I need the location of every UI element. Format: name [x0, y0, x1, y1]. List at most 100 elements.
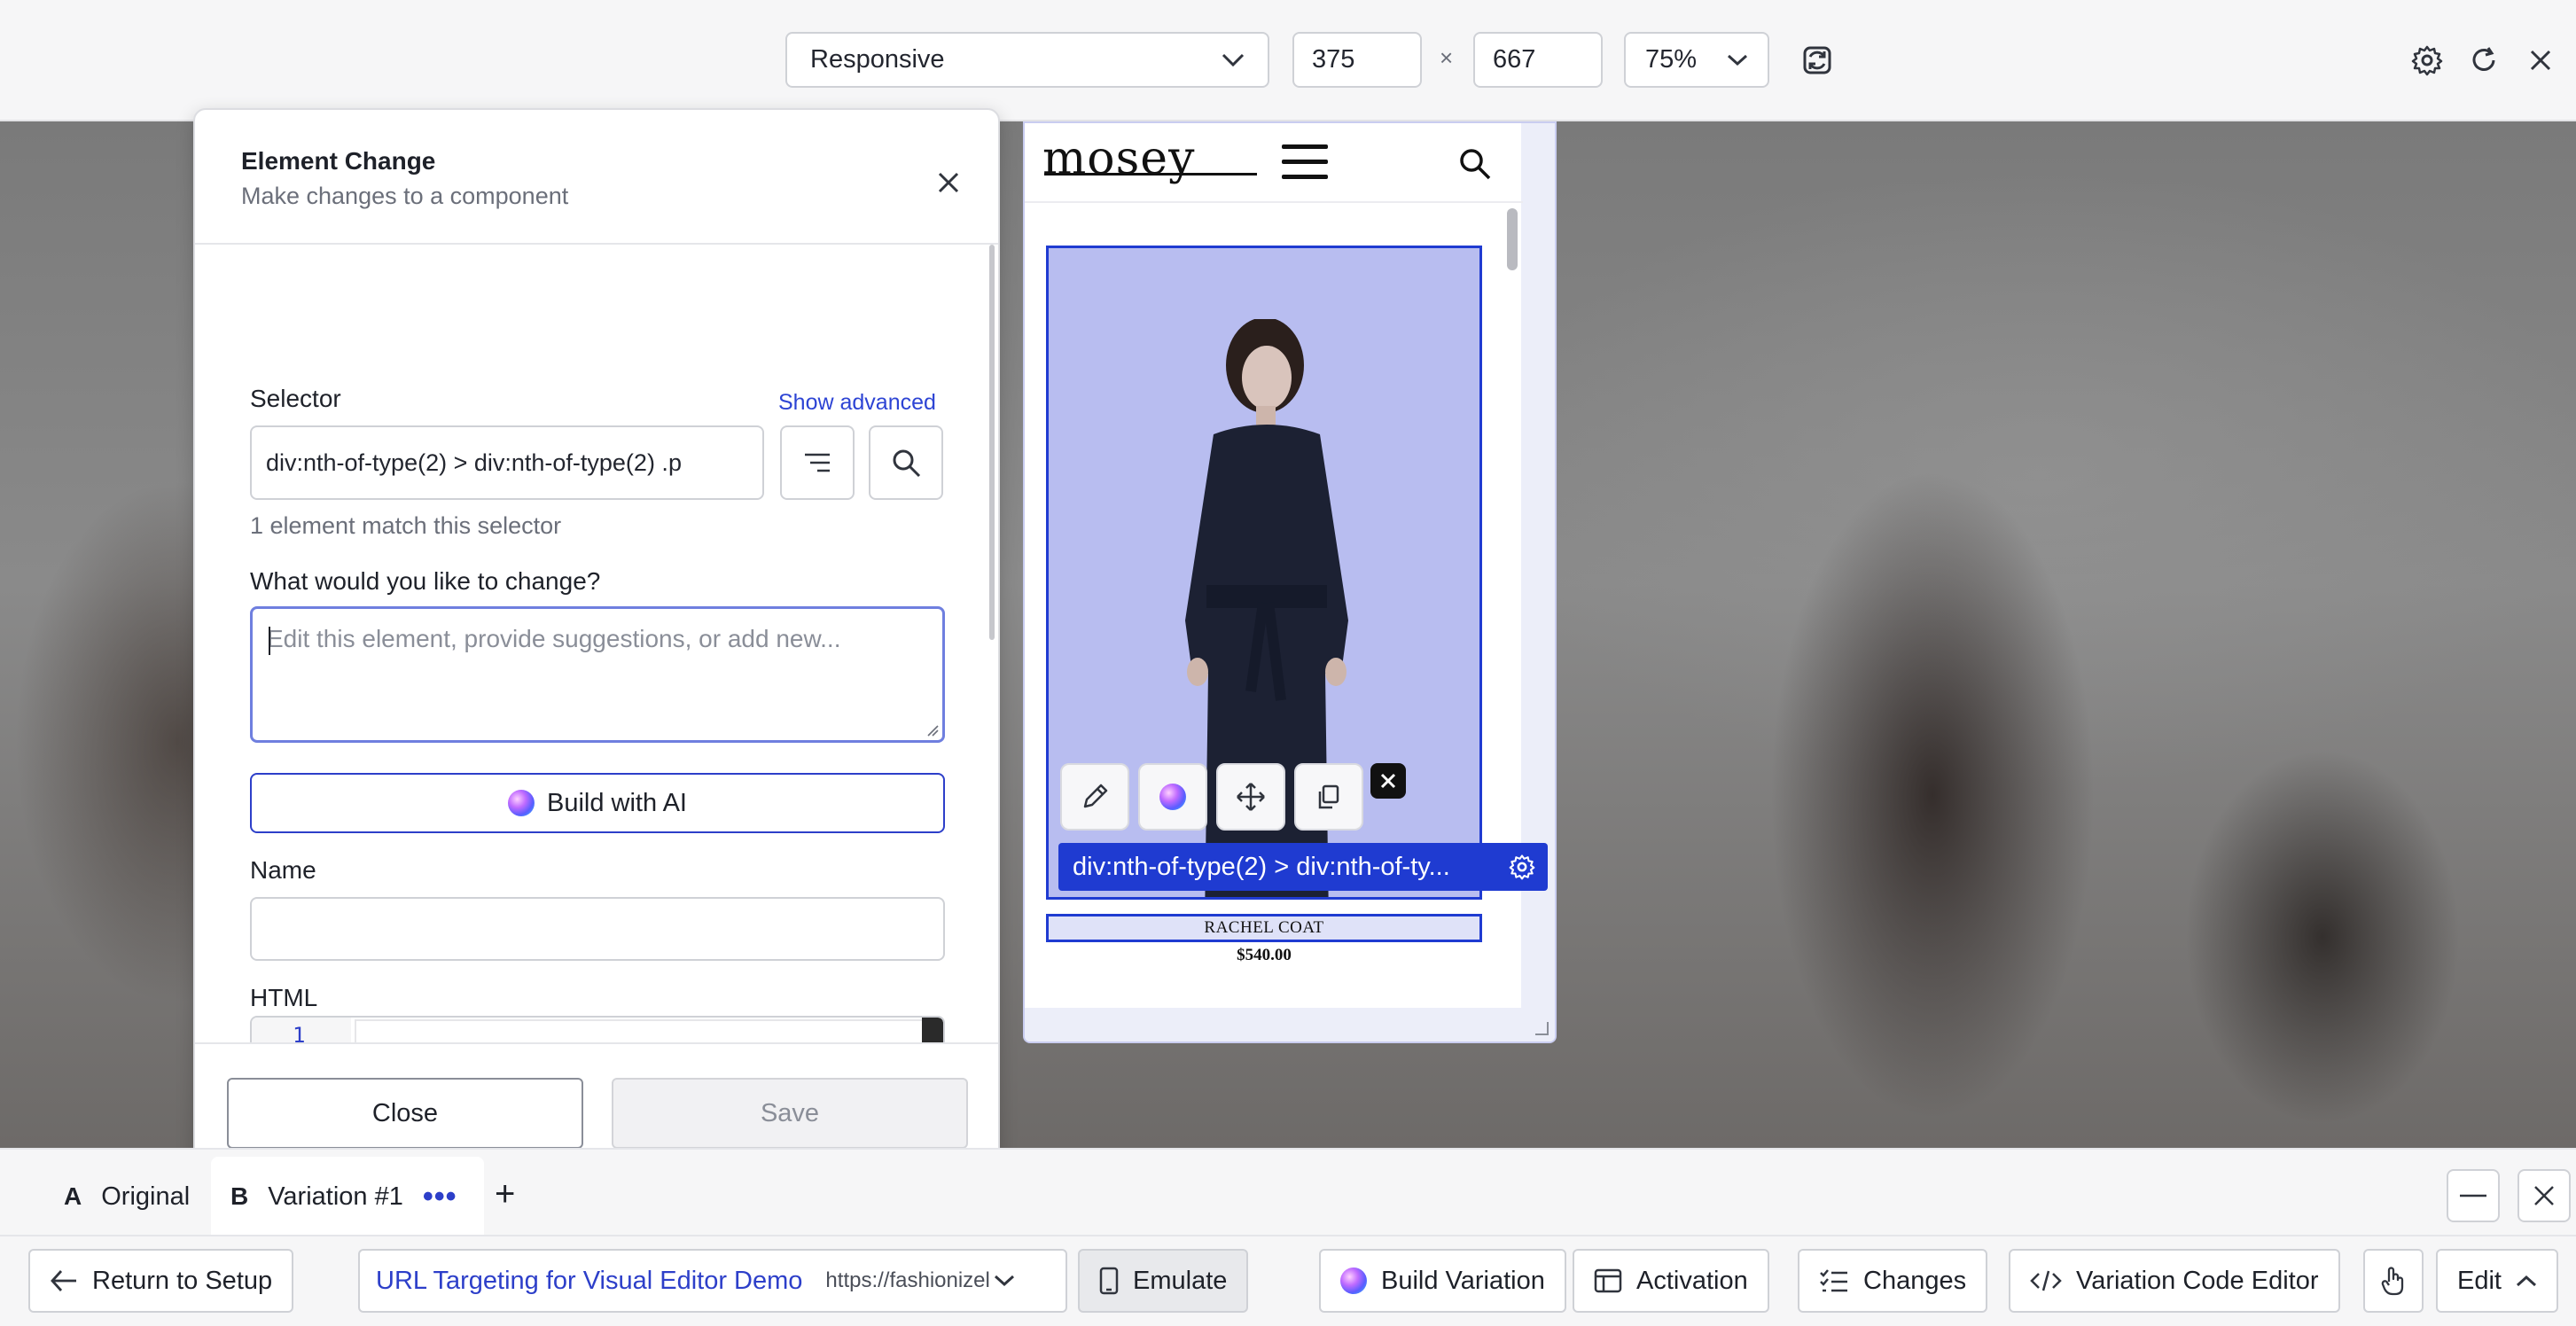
activation-button[interactable]: Activation	[1573, 1249, 1769, 1313]
rotate-device-icon[interactable]	[1796, 39, 1838, 82]
resize-grip-icon[interactable]	[925, 722, 939, 737]
code-brackets-icon	[2030, 1270, 2062, 1291]
checklist-icon	[1820, 1269, 1847, 1292]
return-to-setup-button[interactable]: Return to Setup	[28, 1249, 294, 1313]
change-label: What would you like to change?	[250, 567, 601, 595]
change-placeholder: Edit this element, provide suggestions, …	[267, 625, 841, 652]
gear-icon[interactable]	[1509, 854, 1535, 880]
changes-button[interactable]: Changes	[1798, 1249, 1988, 1313]
close-icon[interactable]	[931, 165, 966, 200]
duplicate-icon[interactable]	[1294, 763, 1363, 831]
chevron-down-icon	[994, 1275, 1014, 1287]
chevron-down-icon	[1222, 53, 1245, 66]
interact-mode-button[interactable]	[2363, 1249, 2424, 1313]
pointer-hand-icon	[2381, 1267, 2404, 1296]
panel-body: Selector Show advanced div:nth-of-type(2…	[195, 246, 998, 1044]
tab-label: Variation #1	[268, 1182, 403, 1211]
dimension-separator: ×	[1440, 44, 1454, 71]
zoom-select[interactable]: 75%	[1624, 32, 1769, 88]
refresh-icon[interactable]	[2463, 39, 2505, 82]
layout-panel-icon	[1594, 1268, 1622, 1293]
emulate-button[interactable]: Emulate	[1078, 1249, 1249, 1313]
device-select[interactable]: Responsive	[785, 32, 1269, 88]
more-options-icon[interactable]: •••	[423, 1180, 457, 1214]
logo-underline	[1044, 173, 1257, 176]
build-with-ai-label: Build with AI	[547, 788, 687, 817]
resize-handle-icon[interactable]	[1532, 1018, 1550, 1036]
deselect-close-icon[interactable]	[1370, 763, 1406, 799]
build-with-ai-button[interactable]: Build with AI	[250, 773, 945, 833]
zoom-value: 75%	[1645, 45, 1698, 74]
tab-letter: A	[64, 1182, 82, 1210]
build-variation-button[interactable]: Build Variation	[1319, 1249, 1566, 1313]
element-change-panel: Element Change Make changes to a compone…	[193, 108, 1000, 1177]
mobile-preview[interactable]: mosey div:nth-of-type(2) > div:nth-of-ty…	[1023, 121, 1557, 1043]
preview-scroll-track	[1521, 123, 1555, 1041]
width-value: 375	[1312, 45, 1355, 74]
filter-button[interactable]	[780, 425, 855, 500]
build-variation-label: Build Variation	[1381, 1266, 1545, 1295]
panel-header: Element Change Make changes to a compone…	[195, 110, 998, 245]
changes-label: Changes	[1863, 1266, 1967, 1295]
targeting-url: https://fashionizel	[825, 1268, 990, 1292]
active-code-line[interactable]	[355, 1019, 931, 1044]
product-name[interactable]: RACHEL COAT	[1046, 914, 1482, 942]
close-icon	[2534, 1186, 2554, 1205]
edit-pencil-icon[interactable]	[1060, 763, 1129, 831]
change-textarea[interactable]: Edit this element, provide suggestions, …	[250, 606, 945, 743]
mobile-phone-icon	[1099, 1267, 1119, 1295]
url-targeting-selector[interactable]: URL Targeting for Visual Editor Demo htt…	[358, 1249, 1067, 1313]
ai-orb-icon	[1340, 1268, 1367, 1294]
edit-label: Edit	[2457, 1266, 2502, 1295]
height-value: 667	[1493, 45, 1536, 74]
bottom-action-bar: Return to Setup URL Targeting for Visual…	[0, 1235, 2576, 1326]
edit-mode-button[interactable]: Edit	[2436, 1249, 2558, 1313]
chevron-up-icon	[2516, 1275, 2536, 1287]
code-editor-label: Variation Code Editor	[2076, 1266, 2319, 1295]
text-caret	[269, 627, 270, 655]
search-icon[interactable]	[1457, 146, 1493, 182]
hamburger-menu-icon[interactable]	[1282, 143, 1328, 182]
selector-match-hint: 1 element match this selector	[250, 512, 562, 539]
name-label: Name	[250, 856, 316, 884]
arrow-left-icon	[51, 1270, 76, 1291]
variation-code-editor-button[interactable]: Variation Code Editor	[2009, 1249, 2340, 1313]
show-advanced-link[interactable]: Show advanced	[778, 390, 936, 416]
filter-lines-icon	[805, 453, 830, 472]
selected-element-label[interactable]: div:nth-of-type(2) > div:nth-of-ty...	[1058, 843, 1548, 891]
variation-tabs: A Original B Variation #1 ••• +	[0, 1148, 2576, 1236]
save-button[interactable]: Save	[612, 1078, 968, 1149]
tab-label: Original	[101, 1182, 191, 1211]
height-input[interactable]: 667	[1473, 32, 1603, 88]
ai-orb-icon[interactable]	[1138, 763, 1207, 831]
width-input[interactable]: 375	[1292, 32, 1422, 88]
return-label: Return to Setup	[92, 1266, 273, 1295]
activation-label: Activation	[1636, 1266, 1748, 1295]
selector-input[interactable]: div:nth-of-type(2) > div:nth-of-type(2) …	[250, 425, 764, 500]
code-scrollbar[interactable]	[922, 1018, 943, 1044]
tab-variation-1[interactable]: B Variation #1 •••	[211, 1157, 484, 1236]
ai-orb-icon	[508, 790, 535, 816]
selected-element-selector: div:nth-of-type(2) > div:nth-of-ty...	[1073, 852, 1450, 881]
selector-label: Selector	[250, 385, 341, 412]
search-button[interactable]	[869, 425, 943, 500]
panel-subtitle: Make changes to a component	[241, 183, 569, 209]
site-logo[interactable]: mosey	[1042, 132, 1195, 185]
close-editor-button[interactable]	[2517, 1169, 2571, 1222]
panel-title: Element Change	[241, 147, 436, 175]
line-number: 1	[293, 1023, 306, 1044]
move-arrows-icon[interactable]	[1216, 763, 1285, 831]
name-input[interactable]	[250, 897, 945, 961]
preview-scrollbar[interactable]	[1507, 208, 1518, 270]
close-button[interactable]: Close	[227, 1078, 583, 1149]
add-variation-button[interactable]: +	[495, 1174, 515, 1214]
close-icon[interactable]	[2519, 39, 2562, 82]
gear-icon[interactable]	[2406, 39, 2448, 82]
selector-value: div:nth-of-type(2) > div:nth-of-type(2) …	[266, 448, 682, 476]
html-code-editor[interactable]: 1	[250, 1016, 945, 1044]
minimize-button[interactable]	[2447, 1169, 2500, 1222]
targeting-name: URL Targeting for Visual Editor Demo	[376, 1266, 803, 1295]
tab-original[interactable]: A Original	[44, 1157, 209, 1236]
site-header: mosey	[1025, 123, 1523, 203]
minimize-icon	[2460, 1194, 2486, 1197]
